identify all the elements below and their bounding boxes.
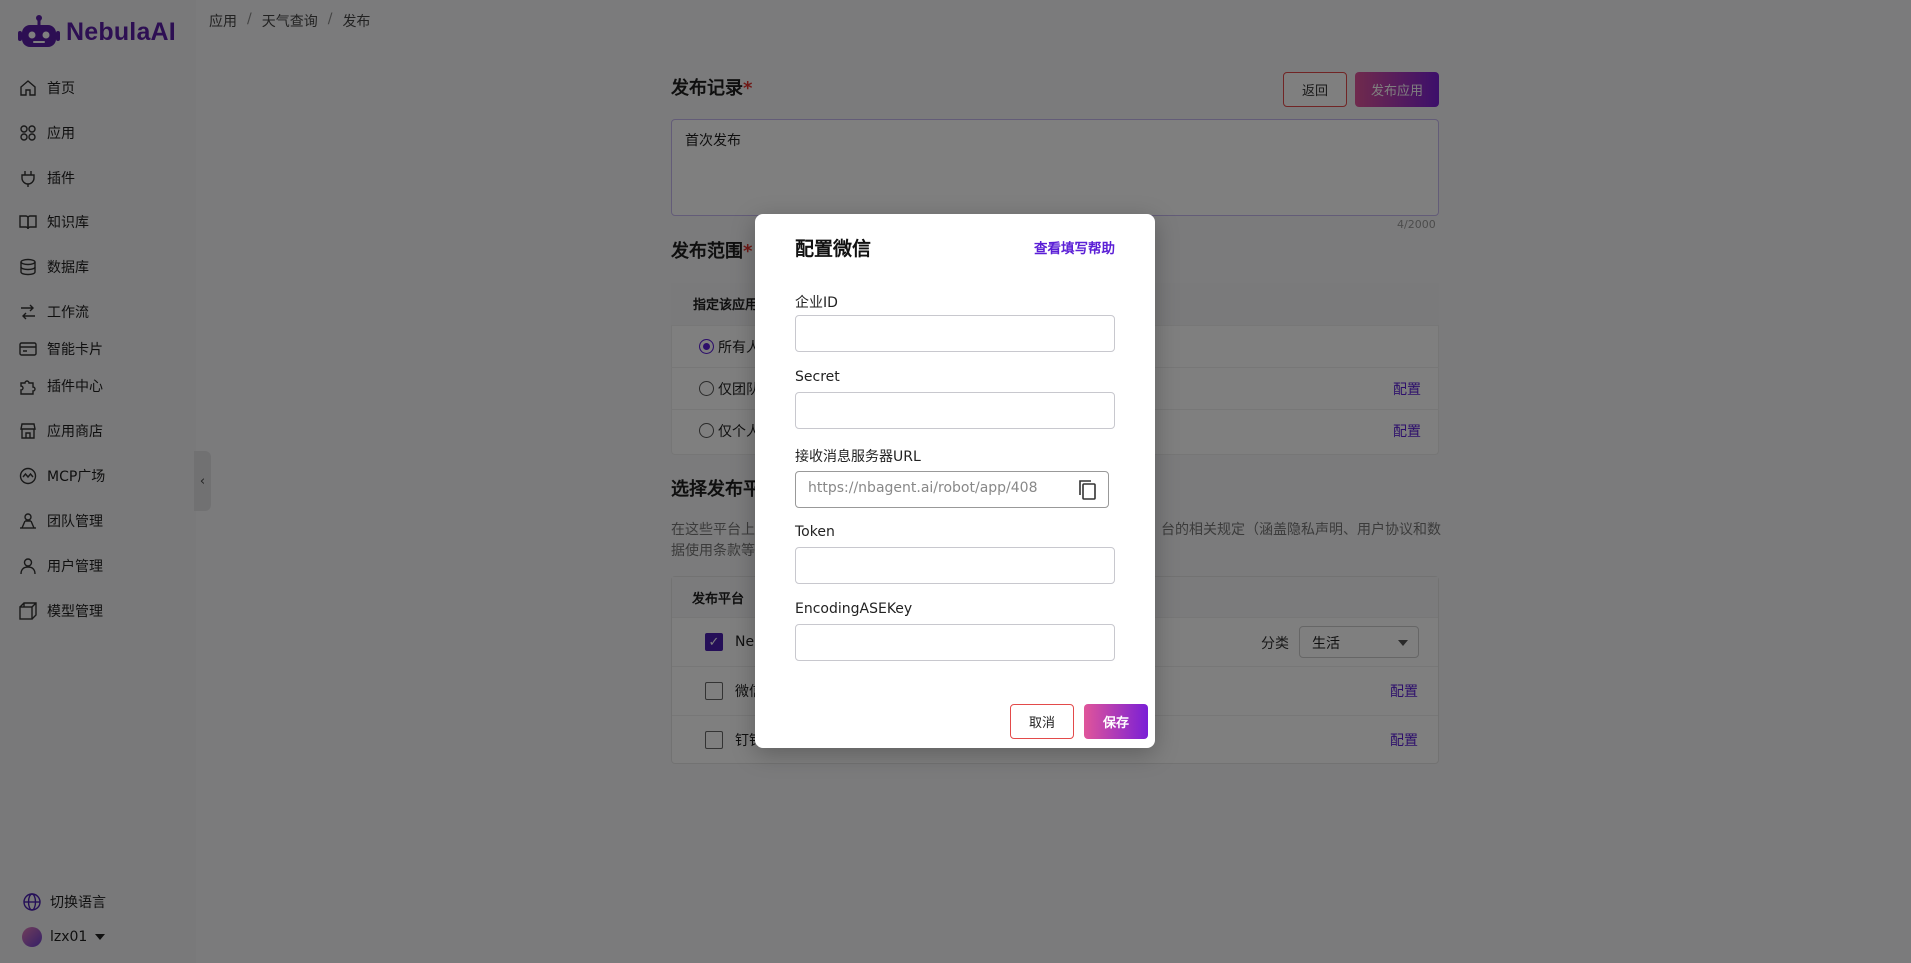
cancel-button[interactable]: 取消: [1010, 704, 1074, 739]
corp-id-label: 企业ID: [795, 295, 838, 311]
save-button[interactable]: 保存: [1084, 704, 1148, 739]
help-link[interactable]: 查看填写帮助: [1034, 237, 1115, 257]
url-field: https://nbagent.ai/robot/app/408: [795, 471, 1109, 508]
encoding-key-input[interactable]: [795, 624, 1115, 661]
encoding-key-label: EncodingASEKey: [795, 601, 913, 617]
wechat-config-modal: 配置微信 查看填写帮助 企业ID Secret 接收消息服务器URL https…: [755, 214, 1155, 748]
secret-label: Secret: [795, 369, 840, 385]
token-label: Token: [795, 524, 835, 540]
token-input[interactable]: [795, 547, 1115, 584]
corp-id-input[interactable]: [795, 315, 1115, 352]
copy-icon[interactable]: [1075, 477, 1101, 503]
url-label: 接收消息服务器URL: [795, 449, 921, 465]
modal-title: 配置微信: [795, 238, 872, 260]
secret-input[interactable]: [795, 392, 1115, 429]
